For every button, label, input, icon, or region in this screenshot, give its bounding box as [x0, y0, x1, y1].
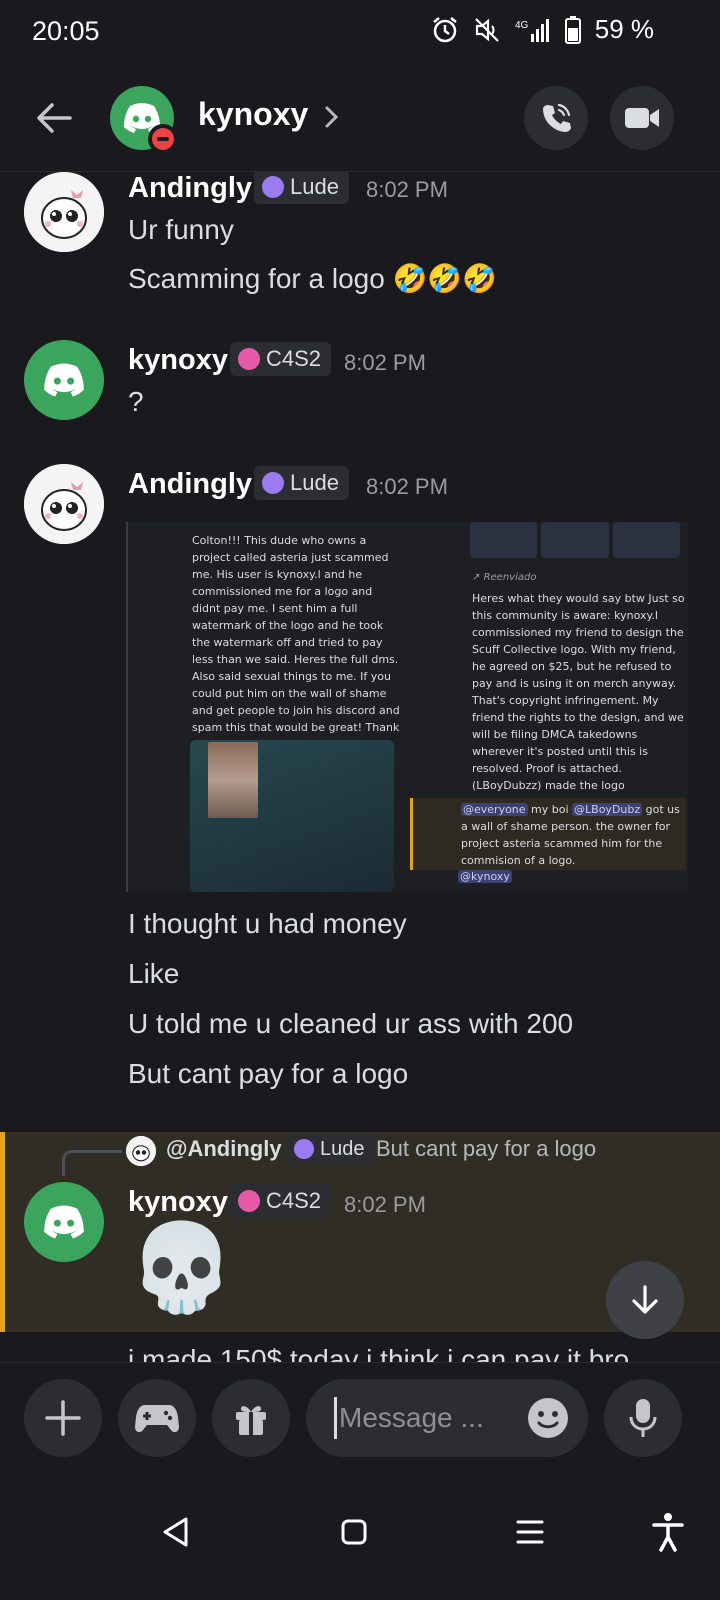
back-button[interactable]: [34, 98, 74, 138]
square-home-icon: [341, 1519, 367, 1545]
chat-header: kynoxy: [0, 66, 720, 172]
role-tag[interactable]: C4S2: [230, 342, 332, 376]
message-time: 8:02 PM: [344, 1192, 426, 1217]
role-tag[interactable]: C4S2: [230, 1184, 332, 1218]
attachment-thumbnails: [470, 522, 680, 558]
video-call-button[interactable]: [610, 86, 674, 150]
attachment-left-text: Colton!!! This dude who owns a project c…: [192, 534, 400, 751]
battery-icon: [564, 15, 581, 44]
reply-role-tag: Lude: [286, 1134, 375, 1164]
message-composer: [0, 1362, 720, 1472]
cute-creature-avatar-icon: [24, 172, 104, 252]
discord-logo-icon: [44, 1205, 84, 1239]
discord-logo-icon: [44, 363, 84, 397]
cute-creature-avatar-icon: [24, 464, 104, 544]
plus-icon: [45, 1400, 81, 1436]
reply-author[interactable]: @Andingly: [166, 1136, 282, 1162]
attachment-mention: @kynoxy: [458, 870, 512, 883]
role-icon: [238, 1190, 260, 1212]
message-time: 8:02 PM: [366, 177, 448, 202]
forwarded-label: ↗ Reenviado: [472, 572, 537, 583]
author-avatar[interactable]: [24, 1182, 104, 1262]
arrow-down-icon: [632, 1285, 658, 1314]
role-icon: [294, 1139, 314, 1159]
image-attachment[interactable]: Colton!!! This dude who owns a project c…: [126, 522, 688, 892]
accessibility-icon: [652, 1513, 684, 1552]
author-name[interactable]: Andingly: [128, 468, 252, 501]
reply-preview-text[interactable]: But cant pay for a logo: [376, 1136, 596, 1162]
status-bar: 20:05 4G 59 %: [0, 0, 720, 66]
skull-emoji: 💀: [128, 1220, 236, 1316]
author-name[interactable]: kynoxy: [128, 344, 228, 377]
voice-message-button[interactable]: [604, 1379, 682, 1457]
activities-button[interactable]: [118, 1379, 196, 1457]
message-text: Scamming for a logo 🤣🤣🤣: [128, 263, 498, 294]
alarm-icon: [431, 16, 459, 44]
message-text: ?: [128, 386, 144, 417]
voice-call-button[interactable]: [524, 86, 588, 150]
attachment-right-text: Heres what they would say btw Just so th…: [472, 592, 685, 792]
attachment-photo: [208, 742, 258, 818]
emoji-button[interactable]: [526, 1396, 570, 1440]
message-text: I thought u had money: [128, 908, 407, 939]
system-nav-bar: [0, 1472, 720, 1600]
author-avatar[interactable]: [24, 464, 104, 544]
author-name[interactable]: Andingly: [128, 172, 252, 205]
role-tag[interactable]: Lude: [254, 466, 349, 500]
gift-icon: [236, 1406, 266, 1435]
message-input[interactable]: [334, 1397, 514, 1439]
accessibility-button[interactable]: [638, 1502, 698, 1562]
microphone-icon: [629, 1399, 657, 1437]
message-text: Like: [128, 958, 180, 989]
reply-connector: [62, 1150, 122, 1176]
jump-to-bottom-button[interactable]: [606, 1261, 684, 1339]
dnd-status-badge: [148, 124, 178, 154]
role-icon: [262, 176, 284, 198]
author-name[interactable]: kynoxy: [128, 1186, 228, 1219]
message-text: But cant pay for a logo: [128, 1058, 409, 1089]
message-text: Ur funny: [128, 214, 234, 245]
nav-recents-button[interactable]: [500, 1502, 560, 1562]
reply-avatar: [126, 1136, 156, 1166]
video-camera-icon: [625, 108, 659, 128]
menu-lines-icon: [516, 1520, 544, 1544]
cute-creature-avatar-icon: [126, 1136, 156, 1166]
attachment-screenshot: [190, 740, 394, 892]
role-icon: [262, 472, 284, 494]
add-attachment-button[interactable]: [24, 1379, 102, 1457]
role-tag[interactable]: Lude: [254, 172, 349, 204]
triangle-back-icon: [163, 1517, 188, 1547]
svg-text:4G: 4G: [515, 20, 529, 31]
mute-icon: [473, 16, 501, 44]
attachment-quote: @everyone my boi @LBoyDubz got us a wall…: [410, 798, 686, 870]
message-text: U told me u cleaned ur ass with 200: [128, 1008, 574, 1039]
chat-username[interactable]: kynoxy: [198, 96, 308, 133]
gamepad-icon: [135, 1405, 179, 1433]
phone-call-icon: [543, 103, 571, 132]
message-time: 8:02 PM: [366, 474, 448, 499]
role-icon: [238, 348, 260, 370]
gift-button[interactable]: [212, 1379, 290, 1457]
status-time: 20:05: [32, 16, 100, 46]
nav-back-button[interactable]: [146, 1502, 206, 1562]
message-feed[interactable]: Andingly Lude 8:02 PM Ur funny Scamming …: [0, 172, 720, 1390]
battery-percent: 59 %: [594, 14, 654, 44]
chevron-right-icon[interactable]: [322, 102, 342, 132]
attachment-left-panel: Colton!!! This dude who owns a project c…: [126, 522, 400, 892]
arrow-left-icon: [37, 103, 72, 133]
emoji-smile-icon: [528, 1398, 568, 1438]
author-avatar[interactable]: [24, 340, 104, 420]
message-input-container: [306, 1379, 588, 1457]
signal-icon: 4G: [515, 16, 551, 44]
message-time: 8:02 PM: [344, 350, 426, 375]
attachment-right-panel: ↗ Reenviado Heres what they would say bt…: [410, 522, 688, 892]
nav-home-button[interactable]: [324, 1502, 384, 1562]
author-avatar[interactable]: [24, 172, 104, 252]
